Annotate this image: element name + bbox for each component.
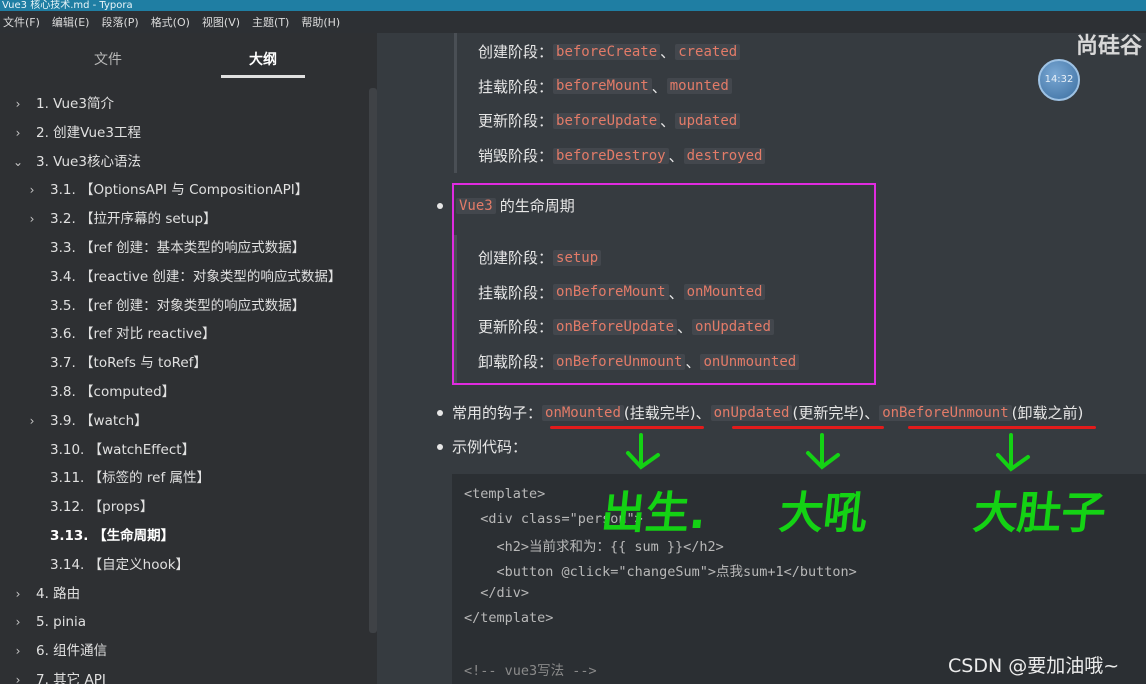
chevron-right-icon[interactable]: › xyxy=(12,119,24,148)
chevron-down-icon[interactable]: ⌄ xyxy=(12,148,24,177)
outline-item[interactable]: › 5. pinia xyxy=(0,608,368,637)
outline-item-label: 3.7. 【toRefs 与 toRef】 xyxy=(50,355,207,372)
sidebar-tabs: 文件 大纲 xyxy=(0,33,377,83)
outline-item[interactable]: 3.11. 【标签的 ref 属性】 xyxy=(0,464,368,493)
menu-theme[interactable]: 主题(T) xyxy=(249,14,298,30)
chevron-right-icon[interactable]: › xyxy=(26,205,38,234)
chevron-right-icon[interactable]: › xyxy=(12,666,24,684)
outline-item-label: 3.3. 【ref 创建：基本类型的响应式数据】 xyxy=(50,239,306,256)
outline-item[interactable]: 3.8. 【computed】 xyxy=(0,378,368,407)
outline-item-label: 3.11. 【标签的 ref 属性】 xyxy=(50,470,211,487)
window-title: Vue3 核心技术.md - Typora xyxy=(2,0,133,11)
outline-item[interactable]: › 3.1. 【OptionsAPI 与 CompositionAPI】 xyxy=(0,176,368,205)
outline-item[interactable]: ⌄ 3. Vue3核心语法 xyxy=(0,148,368,177)
active-tab-indicator xyxy=(221,75,305,78)
outline-item[interactable]: › 2. 创建Vue3工程 xyxy=(0,119,368,148)
outline-item-label: 3.1. 【OptionsAPI 与 CompositionAPI】 xyxy=(50,182,309,199)
outline-item-label: 3.13. 【生命周期】 xyxy=(50,527,175,544)
outline-item[interactable]: 3.4. 【reactive 创建：对象类型的响应式数据】 xyxy=(0,263,368,292)
menu-format[interactable]: 格式(O) xyxy=(148,14,199,30)
chevron-right-icon[interactable]: › xyxy=(12,580,24,609)
menu-view[interactable]: 视图(V) xyxy=(199,14,249,30)
outline-item-label: 3.8. 【computed】 xyxy=(50,383,176,400)
chevron-right-icon[interactable]: › xyxy=(12,608,24,637)
outline-item-label: 3.2. 【拉开序幕的 setup】 xyxy=(50,211,217,228)
outline-item-label: 4. 路由 xyxy=(36,585,81,602)
outline-item-label: 3.9. 【watch】 xyxy=(50,412,148,429)
outline-item-label: 3.4. 【reactive 创建：对象类型的响应式数据】 xyxy=(50,268,342,285)
outline-item[interactable]: 3.12. 【props】 xyxy=(0,493,368,522)
outline-item[interactable]: 3.10. 【watchEffect】 xyxy=(0,436,368,465)
outline-item[interactable]: 3.6. 【ref 对比 reactive】 xyxy=(0,320,368,349)
chevron-right-icon[interactable]: › xyxy=(26,176,38,205)
outline-item-label: 3.6. 【ref 对比 reactive】 xyxy=(50,326,216,343)
brand-logo: 尚硅谷 xyxy=(1076,34,1143,59)
outline-list: › 1. Vue3简介 › 2. 创建Vue3工程 ⌄ 3. Vue3核心语法 › 3.1. … xyxy=(0,90,368,684)
tab-outline[interactable]: 大纲 xyxy=(249,49,277,69)
outline-item-label: 7. 其它 API xyxy=(36,671,106,684)
annotation-birth: 出生. xyxy=(598,488,709,539)
outline-item[interactable]: 3.13. 【生命周期】 xyxy=(0,522,368,551)
outline-item[interactable]: › 6. 组件通信 xyxy=(0,637,368,666)
outline-item[interactable]: › 3.9. 【watch】 xyxy=(0,407,368,436)
watermark: CSDN @要加油哦~ xyxy=(948,655,1120,677)
outline-item[interactable]: › 1. Vue3简介 xyxy=(0,90,368,119)
chevron-right-icon[interactable]: › xyxy=(12,637,24,666)
outline-item[interactable]: 3.3. 【ref 创建：基本类型的响应式数据】 xyxy=(0,234,368,263)
menu-file[interactable]: 文件(F) xyxy=(0,14,49,30)
outline-item[interactable]: 3.14. 【自定义hook】 xyxy=(0,551,368,580)
window-title-bar: Vue3 核心技术.md - Typora xyxy=(0,0,1146,11)
annotation-arrows xyxy=(626,433,1030,472)
annotation-grow: 大吼 xyxy=(776,488,871,539)
sidebar-scrollbar[interactable] xyxy=(369,88,377,633)
sidebar: 文件 大纲 › 1. Vue3简介 › 2. 创建Vue3工程 ⌄ 3. Vue3核心语法… xyxy=(0,33,377,684)
menu-paragraph[interactable]: 段落(P) xyxy=(98,14,147,30)
menu-help[interactable]: 帮助(H) xyxy=(298,14,349,30)
outline-item[interactable]: › 3.2. 【拉开序幕的 setup】 xyxy=(0,205,368,234)
menu-edit[interactable]: 编辑(E) xyxy=(49,14,99,30)
outline-item-label: 3.5. 【ref 创建：对象类型的响应式数据】 xyxy=(50,297,306,314)
tab-files[interactable]: 文件 xyxy=(94,49,122,69)
outline-item-label: 6. 组件通信 xyxy=(36,643,108,660)
outline-item[interactable]: › 7. 其它 API xyxy=(0,666,368,684)
outline-item-label: 5. pinia xyxy=(36,614,87,631)
outline-item-label: 3.10. 【watchEffect】 xyxy=(50,441,196,458)
clock-widget[interactable]: 14:32 xyxy=(1038,59,1080,101)
menu-bar: 文件(F) 编辑(E) 段落(P) 格式(O) 视图(V) 主题(T) 帮助(H… xyxy=(0,11,1146,33)
outline-item[interactable]: 3.5. 【ref 创建：对象类型的响应式数据】 xyxy=(0,292,368,321)
outline-item-label: 3. Vue3核心语法 xyxy=(36,153,141,170)
chevron-right-icon[interactable]: › xyxy=(12,90,24,119)
outline-item-label: 3.14. 【自定义hook】 xyxy=(50,556,190,573)
outline-item[interactable]: 3.7. 【toRefs 与 toRef】 xyxy=(0,349,368,378)
editor-pane[interactable]: 创建阶段： beforeCreate、 created 挂载阶段： beforeMoun… xyxy=(378,33,1146,684)
outline-item-label: 1. Vue3简介 xyxy=(36,96,114,112)
outline-item-label: 3.12. 【props】 xyxy=(50,499,154,516)
outline-item[interactable]: › 4. 路由 xyxy=(0,580,368,609)
annotation-pregnant: 大肚子 xyxy=(970,488,1109,539)
outline-item-label: 2. 创建Vue3工程 xyxy=(36,124,141,141)
chevron-right-icon[interactable]: › xyxy=(26,407,38,436)
